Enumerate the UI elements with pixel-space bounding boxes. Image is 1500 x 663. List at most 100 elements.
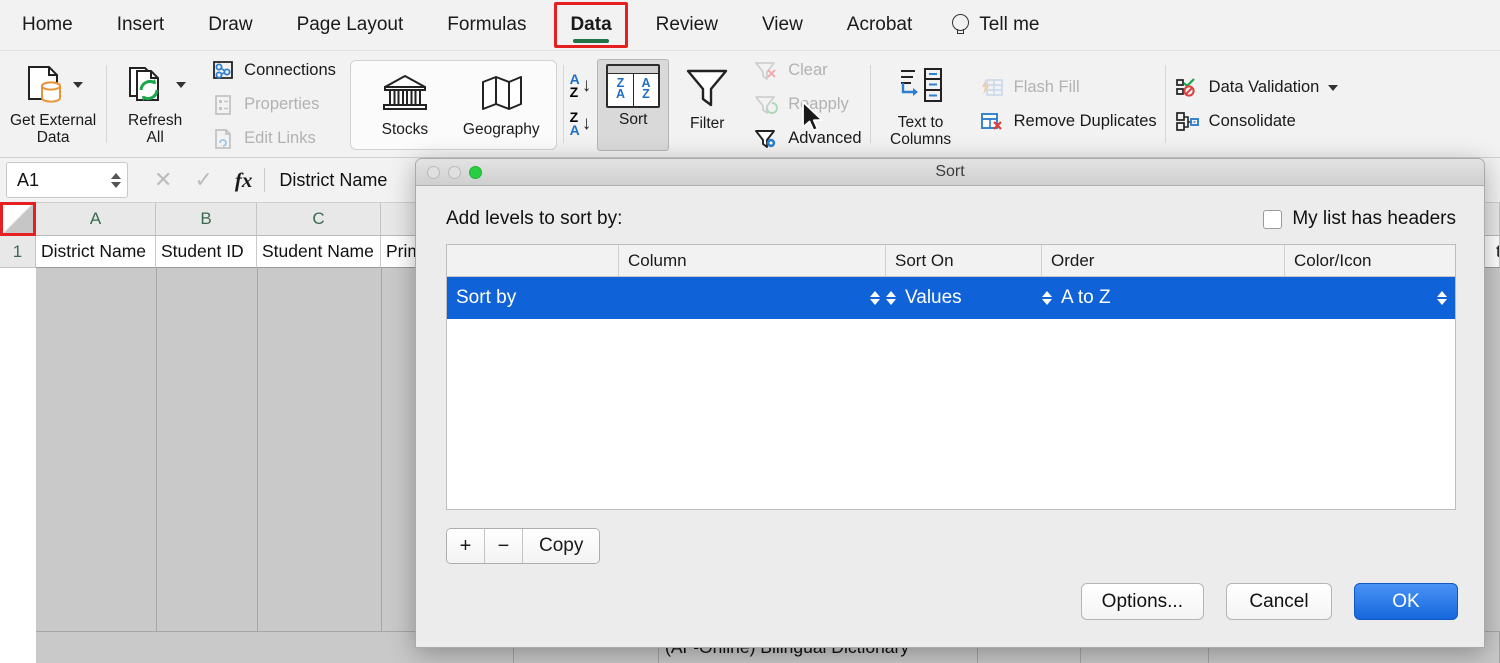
select-all-corner[interactable] xyxy=(0,203,36,236)
options-button[interactable]: Options... xyxy=(1081,583,1204,620)
data-validation-icon xyxy=(1174,77,1200,99)
sort-dialog-body: Add levels to sort by: My list has heade… xyxy=(416,186,1484,564)
tell-me-label: Tell me xyxy=(979,14,1039,36)
formula-input[interactable]: District Name xyxy=(279,170,387,191)
advanced-filter-icon xyxy=(753,128,779,150)
ok-button[interactable]: OK xyxy=(1354,583,1458,620)
properties-label: Properties xyxy=(244,95,319,114)
get-external-data-icon xyxy=(24,64,68,106)
tab-view-label: View xyxy=(762,14,803,36)
sort-dialog-title-bar[interactable]: Sort xyxy=(416,159,1484,186)
row-header-1[interactable]: 1 xyxy=(0,236,36,268)
sort-on-select[interactable]: Values xyxy=(886,277,1042,319)
data-validation-button[interactable]: Data Validation xyxy=(1174,75,1339,101)
properties-button[interactable]: Properties xyxy=(211,92,336,118)
sort-level-row[interactable]: Sort by Values A to Z xyxy=(447,277,1455,319)
refresh-all-button[interactable]: RefreshAll xyxy=(107,55,203,155)
down-arrow-icon: ↓ xyxy=(582,79,592,92)
sort-levels-empty-area[interactable] xyxy=(447,319,1455,509)
edit-links-button[interactable]: Edit Links xyxy=(211,126,336,152)
name-box-stepper-icon[interactable] xyxy=(111,173,121,188)
connections-label: Connections xyxy=(244,61,336,80)
tab-page-layout[interactable]: Page Layout xyxy=(275,0,426,51)
tab-review[interactable]: Review xyxy=(634,0,740,51)
tab-page-layout-label: Page Layout xyxy=(297,14,404,36)
remove-level-button[interactable]: − xyxy=(485,529,523,563)
tab-data[interactable]: Data xyxy=(548,0,633,51)
sort-level-controls: + − Copy xyxy=(446,528,1456,564)
column-header-a[interactable]: A xyxy=(36,203,156,236)
column-header-c[interactable]: C xyxy=(257,203,381,236)
cancel-button[interactable]: Cancel xyxy=(1226,583,1332,620)
clear-filter-icon xyxy=(753,60,779,82)
data-validation-chevron-down-icon[interactable] xyxy=(1328,85,1338,91)
refresh-all-label-1: Refresh xyxy=(128,112,182,129)
sort-column-stepper-icon[interactable] xyxy=(870,291,880,305)
sort-desc-letter-2: A xyxy=(570,124,580,137)
tab-home[interactable]: Home xyxy=(0,0,95,51)
sort-color-stepper-icon[interactable] xyxy=(1437,291,1447,305)
sort-icon-right: A Z xyxy=(634,66,659,106)
tell-me-search[interactable]: Tell me xyxy=(934,0,1061,51)
sort-ascending-letters: A Z xyxy=(570,73,580,99)
stocks-button[interactable]: Stocks xyxy=(357,55,453,155)
tab-review-label: Review xyxy=(656,14,718,36)
tab-insert[interactable]: Insert xyxy=(95,0,187,51)
copy-level-button[interactable]: Copy xyxy=(523,529,599,563)
my-list-has-headers-checkbox[interactable]: My list has headers xyxy=(1263,208,1456,230)
text-to-columns-icon xyxy=(895,65,947,109)
col-header-column: Column xyxy=(619,245,886,276)
tab-insert-label: Insert xyxy=(117,14,165,36)
sort-descending-button[interactable]: Z A ↓ xyxy=(570,111,592,137)
name-box[interactable]: A1 xyxy=(6,162,128,198)
get-external-data-chevron-down-icon[interactable] xyxy=(73,82,83,88)
sort-icon-right-2: Z xyxy=(642,89,650,100)
sort-order-stepper-icon[interactable] xyxy=(1042,291,1052,305)
edit-links-icon xyxy=(211,128,235,150)
remove-duplicates-button[interactable]: Remove Duplicates xyxy=(979,109,1157,135)
text-to-columns-label-1: Text to xyxy=(898,114,944,131)
sort-icon-left-2: A xyxy=(616,89,625,100)
sort-column-select[interactable] xyxy=(619,277,886,319)
clear-filter-label: Clear xyxy=(788,61,827,80)
data-tools-items: Flash Fill Remove Duplicates xyxy=(971,55,1165,155)
tab-formulas[interactable]: Formulas xyxy=(425,0,548,51)
get-external-data-button[interactable]: Get ExternalData xyxy=(0,55,106,155)
refresh-all-chevron-down-icon[interactable] xyxy=(176,82,186,88)
connections-items: Connections Properties xyxy=(203,55,344,155)
level-segmented-buttons: + − Copy xyxy=(446,528,600,564)
flash-fill-button[interactable]: Flash Fill xyxy=(979,75,1157,101)
add-level-button[interactable]: + xyxy=(447,529,485,563)
filter-icon xyxy=(682,65,732,111)
sort-asc-letter-2: Z xyxy=(570,86,580,99)
refresh-all-icon xyxy=(125,64,171,106)
formula-enter-icon[interactable]: ✓ xyxy=(194,167,212,193)
sort-ascending-button[interactable]: A Z ↓ xyxy=(570,73,592,99)
sort-color-icon-select[interactable] xyxy=(1285,277,1455,319)
formula-cancel-icon[interactable]: ✕ xyxy=(154,167,172,193)
consolidate-button[interactable]: Consolidate xyxy=(1174,109,1339,135)
tab-acrobat[interactable]: Acrobat xyxy=(825,0,934,51)
cell-c1[interactable]: Student Name xyxy=(257,236,381,268)
cell-a1[interactable]: District Name xyxy=(36,236,156,268)
tab-acrobat-label: Acrobat xyxy=(847,14,912,36)
clear-filter-button[interactable]: Clear xyxy=(753,58,861,84)
grid-line-c-d xyxy=(381,268,382,663)
insert-function-icon[interactable]: fx xyxy=(235,168,253,193)
sort-order-select[interactable]: A to Z xyxy=(1042,277,1285,319)
connections-button[interactable]: Connections xyxy=(211,58,336,84)
cell-b1[interactable]: Student ID xyxy=(156,236,257,268)
sort-on-stepper-icon[interactable] xyxy=(886,291,896,305)
geography-button[interactable]: Geography xyxy=(453,55,550,155)
column-header-b[interactable]: B xyxy=(156,203,257,236)
geography-label: Geography xyxy=(463,121,540,138)
text-to-columns-button[interactable]: Text toColumns xyxy=(871,61,971,148)
filter-button[interactable]: Filter xyxy=(669,59,745,151)
group-data-types: Stocks Geography xyxy=(344,51,563,158)
ribbon-toolbar: Get ExternalData xyxy=(0,51,1500,158)
data-types-box: Stocks Geography xyxy=(350,60,557,150)
tab-view[interactable]: View xyxy=(740,0,825,51)
tab-draw[interactable]: Draw xyxy=(186,0,274,51)
checkbox-icon[interactable] xyxy=(1263,210,1282,229)
sort-button[interactable]: Z A A Z Sort xyxy=(597,59,669,151)
